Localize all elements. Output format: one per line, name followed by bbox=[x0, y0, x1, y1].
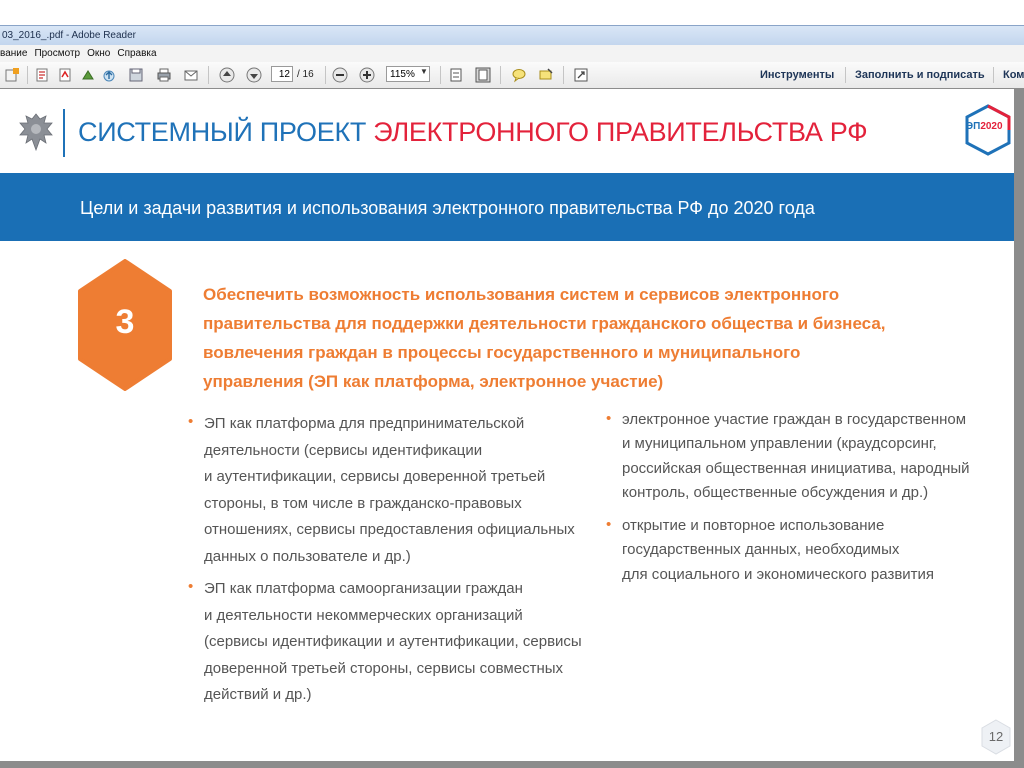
bullet-line: для социального и экономического развити… bbox=[622, 565, 935, 583]
bullet-line: открытие и повторное использование bbox=[622, 517, 885, 535]
headline-line: управления (ЭП как платформа, электронно… bbox=[203, 372, 664, 391]
toolbar-separator bbox=[993, 67, 994, 83]
highlight-icon[interactable] bbox=[538, 67, 554, 83]
create-icon[interactable] bbox=[4, 67, 20, 83]
bullet-line: доверенной третьей стороны, сервисы совм… bbox=[204, 659, 564, 677]
pdf-file-icon[interactable] bbox=[57, 67, 73, 83]
bullet-line: и муниципальном управлении (краудсорсинг… bbox=[622, 435, 937, 453]
logo-divider bbox=[63, 109, 65, 157]
bullet-line: ЭП как платформа для предпринимательской bbox=[204, 415, 525, 432]
bullet-line: российская общественная инициатива, наро… bbox=[622, 459, 970, 477]
headline-line: вовлечения граждан в процессы государств… bbox=[203, 343, 801, 362]
zoom-in-icon[interactable] bbox=[359, 67, 375, 83]
zoom-value: 115% bbox=[390, 69, 415, 80]
email-icon[interactable] bbox=[183, 67, 199, 83]
goal-headline: Обеспечить возможность использования сис… bbox=[203, 280, 1003, 396]
fullscreen-icon[interactable] bbox=[573, 67, 589, 83]
logo-year: 2020 bbox=[980, 121, 1003, 132]
bullet-line: и аутентификации, сервисы доверенной тре… bbox=[204, 468, 546, 485]
toolbar-separator bbox=[440, 66, 441, 84]
menu-item-window[interactable]: Окно bbox=[87, 45, 110, 62]
list-item: • электронное участие граждан в государс… bbox=[606, 408, 970, 505]
zoom-out-icon[interactable] bbox=[332, 67, 348, 83]
window-title: 03_2016_.pdf - Adobe Reader bbox=[2, 30, 136, 41]
bullet-line: контроль, общественные обсуждения и др.) bbox=[622, 483, 929, 501]
open-file-icon[interactable] bbox=[34, 67, 50, 83]
menu-item-help[interactable]: Справка bbox=[117, 45, 156, 62]
toolbar-separator bbox=[845, 67, 846, 83]
previous-page-icon[interactable] bbox=[219, 67, 235, 83]
goal-number: 3 bbox=[115, 303, 135, 341]
logo-ep: ЭП bbox=[966, 121, 981, 132]
left-bullet-list: • ЭП как платформа для предпринимательск… bbox=[188, 411, 582, 715]
right-bullet-list: • электронное участие граждан в государс… bbox=[606, 408, 970, 596]
menu-item-edit[interactable]: вание bbox=[0, 45, 27, 62]
title-part-red: ЭЛЕКТРОННОГО ПРАВИТЕЛЬСТВА РФ bbox=[373, 117, 868, 147]
comment-panel-button[interactable]: Ком bbox=[1003, 66, 1024, 84]
coat-of-arms-icon bbox=[19, 113, 53, 152]
menu-item-view[interactable]: Просмотр bbox=[34, 45, 80, 62]
print-icon[interactable] bbox=[156, 67, 172, 83]
list-item: • ЭП как платформа самоорганизации гражд… bbox=[188, 576, 582, 709]
banner-title: Цели и задачи развития и использования э… bbox=[80, 198, 815, 218]
next-page-icon[interactable] bbox=[246, 67, 262, 83]
bullet-icon: • bbox=[606, 516, 612, 534]
bullet-line: отношениях, сервисы предоставления офици… bbox=[204, 521, 575, 538]
bullet-icon: • bbox=[188, 578, 194, 595]
fit-width-icon[interactable] bbox=[475, 67, 491, 83]
title-part-blue: СИСТЕМНЫЙ ПРОЕКТ bbox=[78, 117, 367, 147]
toolbar: 12 / 16 115% ▼ Инструменты Заполнить и п… bbox=[0, 62, 1024, 89]
list-item: • открытие и повторное использование гос… bbox=[606, 514, 970, 587]
toolbar-separator bbox=[208, 66, 209, 84]
share-icon[interactable] bbox=[80, 67, 96, 83]
headline-line: правительства для поддержки деятельности… bbox=[203, 314, 886, 333]
bullet-line: данных о пользователе и др.) bbox=[204, 547, 411, 565]
toolbar-separator bbox=[27, 66, 28, 84]
bullet-line: стороны, в том числе в гражданско-правов… bbox=[204, 494, 522, 512]
bullet-line: ЭП как платформа самоорганизации граждан bbox=[204, 580, 523, 597]
list-item: • ЭП как платформа для предпринимательск… bbox=[188, 411, 582, 570]
bullet-line: действий и др.) bbox=[204, 686, 312, 703]
bullet-icon: • bbox=[606, 410, 612, 427]
upload-icon[interactable] bbox=[101, 67, 117, 83]
ep2020-logo-text: ЭП2020 bbox=[966, 121, 1003, 132]
tools-button[interactable]: Инструменты bbox=[760, 66, 834, 84]
toolbar-separator bbox=[500, 66, 501, 84]
chevron-down-icon[interactable]: ▼ bbox=[420, 67, 428, 76]
menu-bar: вание Просмотр Окно Справка bbox=[0, 45, 1024, 63]
fill-and-sign-button[interactable]: Заполнить и подписать bbox=[855, 66, 985, 84]
page-total-label: / 16 bbox=[297, 69, 314, 80]
comment-icon[interactable] bbox=[511, 67, 527, 83]
bullet-line: государственных данных, необходимых bbox=[622, 541, 900, 559]
bullet-icon: • bbox=[188, 413, 194, 430]
toolbar-separator bbox=[325, 66, 326, 84]
headline-line: Обеспечить возможность использования сис… bbox=[203, 285, 840, 304]
bullet-line: и деятельности некоммерческих организаци… bbox=[204, 606, 523, 624]
bullet-line: деятельности (сервисы идентификации bbox=[204, 441, 483, 459]
fit-page-icon[interactable] bbox=[448, 67, 464, 83]
slide-page-number: 12 bbox=[988, 729, 1004, 744]
save-icon[interactable] bbox=[128, 67, 144, 83]
window-title-bar: 03_2016_.pdf - Adobe Reader bbox=[0, 25, 1024, 45]
bullet-line: электронное участие граждан в государств… bbox=[622, 411, 967, 428]
toolbar-separator bbox=[563, 66, 564, 84]
page-number-input[interactable]: 12 bbox=[271, 66, 293, 82]
page-title: СИСТЕМНЫЙ ПРОЕКТ ЭЛЕКТРОННОГО ПРАВИТЕЛЬС… bbox=[78, 114, 868, 150]
bullet-line: (сервисы идентификации и аутентификации,… bbox=[204, 633, 582, 650]
screen-top-area bbox=[0, 0, 1024, 25]
pdf-page: СИСТЕМНЫЙ ПРОЕКТ ЭЛЕКТРОННОГО ПРАВИТЕЛЬС… bbox=[0, 89, 1014, 761]
